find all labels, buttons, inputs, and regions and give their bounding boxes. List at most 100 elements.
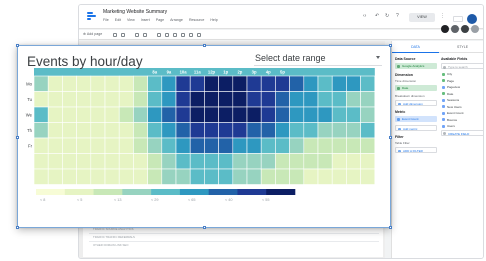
y-tick-label: Fr <box>28 143 33 148</box>
menu-arrange[interactable]: Arrange <box>170 18 183 22</box>
field-item[interactable]: City <box>441 71 483 77</box>
data-source-chip[interactable]: Google Analytics <box>395 63 437 69</box>
heatmap-cell <box>331 122 347 139</box>
heatmap-cell <box>118 106 134 123</box>
legend-label: < 65 <box>188 198 196 202</box>
heatmap-chart[interactable]: 8a 9a 10a 11a 12p 1p 2p 3p 4p 5p Mo Tu We Th Fr < 8 < 5 <… <box>16 44 392 229</box>
image-icon[interactable] <box>189 33 193 37</box>
undo-icon[interactable] <box>113 33 117 37</box>
heatmap-cell <box>62 75 77 92</box>
create-field-button[interactable]: CREATE FIELD <box>441 129 483 136</box>
add-page-label: Add page <box>86 32 103 36</box>
heatmap-cell <box>204 153 219 170</box>
shape-icon[interactable] <box>197 33 201 37</box>
embed-icon[interactable]: ‹› <box>363 14 366 19</box>
heatmap-cell <box>147 122 163 139</box>
menu-file[interactable]: File <box>103 18 109 22</box>
heatmap-cell <box>260 168 276 185</box>
line-icon[interactable] <box>165 33 169 37</box>
resize-handle[interactable] <box>16 44 19 47</box>
x-tick-label: 10a <box>180 70 188 75</box>
resize-handle[interactable] <box>16 136 19 139</box>
tab-style[interactable]: STYLE <box>439 43 483 53</box>
heatmap-cell <box>331 153 347 170</box>
date-range-selector[interactable]: Select date range <box>254 50 382 66</box>
add-metric-button[interactable]: Add metric <box>395 125 437 131</box>
add-dimension-button[interactable]: Add dimension <box>395 100 437 106</box>
table-row: TRAFFIC TRAFFIC REFERRALS <box>93 235 135 239</box>
menu-insert[interactable]: Insert <box>141 18 150 22</box>
legend-swatch <box>208 189 238 195</box>
heatmap-cell <box>118 122 134 139</box>
resize-handle[interactable] <box>389 44 392 47</box>
heatmap-cell <box>90 168 106 185</box>
field-item[interactable]: Sessions <box>441 97 483 103</box>
menu-view[interactable]: View <box>127 18 135 22</box>
field-item[interactable]: Event Count <box>441 110 483 116</box>
heatmap-cell <box>204 122 219 139</box>
filter-sub-label: Table Filter <box>395 141 410 145</box>
share-button[interactable] <box>453 16 463 22</box>
add-page-button[interactable]: ⊕ Add page <box>83 32 102 36</box>
avatar[interactable] <box>467 14 477 24</box>
field-item[interactable]: Page <box>441 78 483 84</box>
resize-handle[interactable] <box>203 44 206 47</box>
field-item[interactable]: Users <box>441 123 483 129</box>
field-item[interactable]: Bounce <box>441 117 483 123</box>
report-title[interactable]: Marketing Website Summary <box>103 9 167 15</box>
heatmap-cell <box>147 153 163 170</box>
heatmap-cell <box>303 106 319 123</box>
redo-icon[interactable] <box>121 33 125 37</box>
heatmap-cell <box>47 137 63 154</box>
legend-swatch <box>179 189 209 195</box>
refresh-icon[interactable]: ↻ <box>385 14 389 19</box>
add-filter-button[interactable]: ADD A FILTER <box>395 147 437 153</box>
resize-handle[interactable] <box>16 226 19 229</box>
time-dimension-chip[interactable]: Date <box>395 85 437 91</box>
text-icon[interactable] <box>181 33 185 37</box>
heatmap-cell <box>331 75 347 92</box>
heatmap-cell <box>331 106 347 123</box>
view-button[interactable]: VIEW <box>409 13 435 22</box>
menu-page[interactable]: Page <box>156 18 164 22</box>
menu-edit[interactable]: Edit <box>115 18 121 22</box>
heatmap-cell <box>189 153 205 170</box>
heatmap-cell <box>133 168 148 185</box>
heatmap-cell <box>246 122 262 139</box>
resize-handle[interactable] <box>203 226 206 229</box>
undo-icon[interactable]: ↶ <box>375 14 379 19</box>
menu-help[interactable]: Help <box>210 18 217 22</box>
heatmap-cell <box>33 168 49 185</box>
heatmap-cell <box>62 106 77 123</box>
heatmap-cell <box>104 168 120 185</box>
heatmap-cell <box>161 153 177 170</box>
chart-icon[interactable] <box>157 33 161 37</box>
field-item[interactable]: Pageview <box>441 84 483 90</box>
avatar[interactable] <box>461 25 469 33</box>
field-item[interactable]: New Users <box>441 104 483 110</box>
heatmap-cell <box>218 75 234 92</box>
menu-resource[interactable]: Resource <box>189 18 204 22</box>
zoom-icon[interactable] <box>143 33 147 37</box>
field-item[interactable]: Date <box>441 91 483 97</box>
legend-label: < 13 <box>114 198 122 202</box>
heatmap-cell <box>360 153 376 170</box>
avatar[interactable] <box>441 25 449 33</box>
resize-handle[interactable] <box>389 136 392 139</box>
more-icon[interactable]: ⋮ <box>440 14 445 19</box>
heatmap-cell <box>260 91 276 108</box>
select-icon[interactable] <box>135 33 139 37</box>
heatmap-svg: 8a 9a 10a 11a 12p 1p 2p 3p 4p 5p Mo Tu We Th Fr < 8 < 5 <… <box>26 68 376 202</box>
help-icon[interactable]: ? <box>396 14 399 19</box>
avatar[interactable] <box>471 25 479 33</box>
table-icon[interactable] <box>173 33 177 37</box>
avatar[interactable] <box>451 25 459 33</box>
heatmap-cell <box>175 106 191 123</box>
legend-label: < 8 <box>40 198 45 202</box>
resize-handle[interactable] <box>389 226 392 229</box>
tab-data[interactable]: DATA <box>392 43 439 53</box>
x-tick-label: 3p <box>252 70 257 75</box>
heatmap-cell <box>232 106 248 123</box>
field-search-input[interactable]: Type to search <box>441 63 483 69</box>
metric-chip[interactable]: Event Count <box>395 116 437 122</box>
